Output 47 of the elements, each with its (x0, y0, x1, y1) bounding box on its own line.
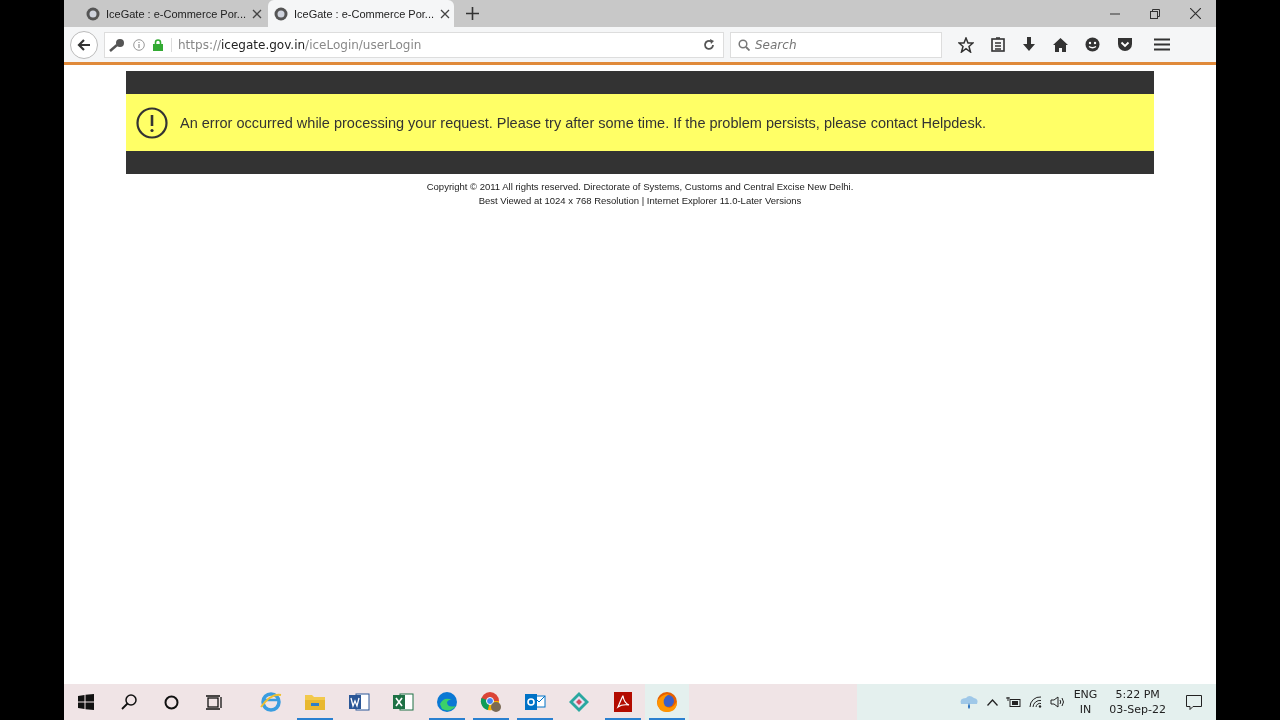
download-icon[interactable] (1022, 37, 1036, 52)
close-icon[interactable] (440, 8, 450, 19)
diamond-grid-icon (568, 691, 590, 713)
clipboard-icon[interactable] (991, 37, 1005, 52)
close-icon[interactable] (252, 8, 262, 19)
spreadsheet-icon (392, 691, 414, 713)
battery-icon[interactable] (1005, 697, 1021, 707)
reload-icon[interactable] (703, 38, 715, 51)
back-button[interactable] (70, 30, 98, 59)
search-icon[interactable] (121, 694, 137, 710)
input-language-indicator[interactable]: ENG IN (1073, 687, 1098, 717)
key-icon (109, 37, 125, 52)
footer-text: Copyright © 2011 All rights reserved. Directorate of Systems, Customs and Central Excise New Delhi. (426, 181, 854, 192)
windows-start-icon[interactable] (78, 694, 94, 710)
browser-tab[interactable]: IceGate : e-Commerce Por... (80, 0, 266, 27)
task-view-icon[interactable] (206, 694, 222, 710)
pocket-icon[interactable] (1117, 37, 1133, 52)
ring-globe-icon (260, 691, 282, 713)
menu-icon[interactable] (1154, 38, 1170, 51)
clock[interactable]: 5:22 PM 03-Sep-22 (1109, 687, 1166, 717)
home-icon[interactable] (1053, 37, 1068, 52)
search-field[interactable]: Search (730, 31, 942, 58)
browser-tab[interactable]: IceGate : e-Commerce Por... (268, 0, 454, 27)
pdf-document-icon (612, 691, 634, 713)
restore-icon[interactable] (1150, 8, 1160, 19)
warning-icon (136, 106, 168, 139)
word-document-icon (348, 691, 370, 713)
fox-globe-icon (656, 691, 678, 713)
address-field[interactable]: https://icegate.gov.in/iceLogin/userLogin (104, 31, 724, 58)
circle-icon[interactable] (164, 694, 179, 710)
swirl-icon (436, 691, 458, 713)
circle-logo-icon (480, 691, 502, 713)
speaker-icon[interactable] (1049, 696, 1066, 708)
padlock-icon (153, 38, 163, 51)
wifi-icon[interactable] (1028, 696, 1042, 708)
chevron-up-icon[interactable] (986, 698, 998, 706)
back-arrow-icon (77, 37, 91, 52)
footer-text: Best Viewed at 1024 x 768 Resolution | Internet Explorer 11.0-Later Versions (478, 195, 802, 206)
smiley-icon[interactable] (1085, 37, 1100, 52)
error-message: An error occurred while processing your request. Please try after some time. If the problem persists, please contact Helpdesk. (180, 114, 986, 131)
notification-icon[interactable] (1186, 694, 1202, 710)
search-icon (738, 38, 750, 51)
fox-globe-button[interactable] (645, 684, 689, 720)
close-icon[interactable] (1190, 8, 1201, 19)
mail-icon (524, 691, 546, 713)
new-tab-icon[interactable] (466, 7, 479, 20)
star-icon[interactable] (958, 36, 974, 53)
